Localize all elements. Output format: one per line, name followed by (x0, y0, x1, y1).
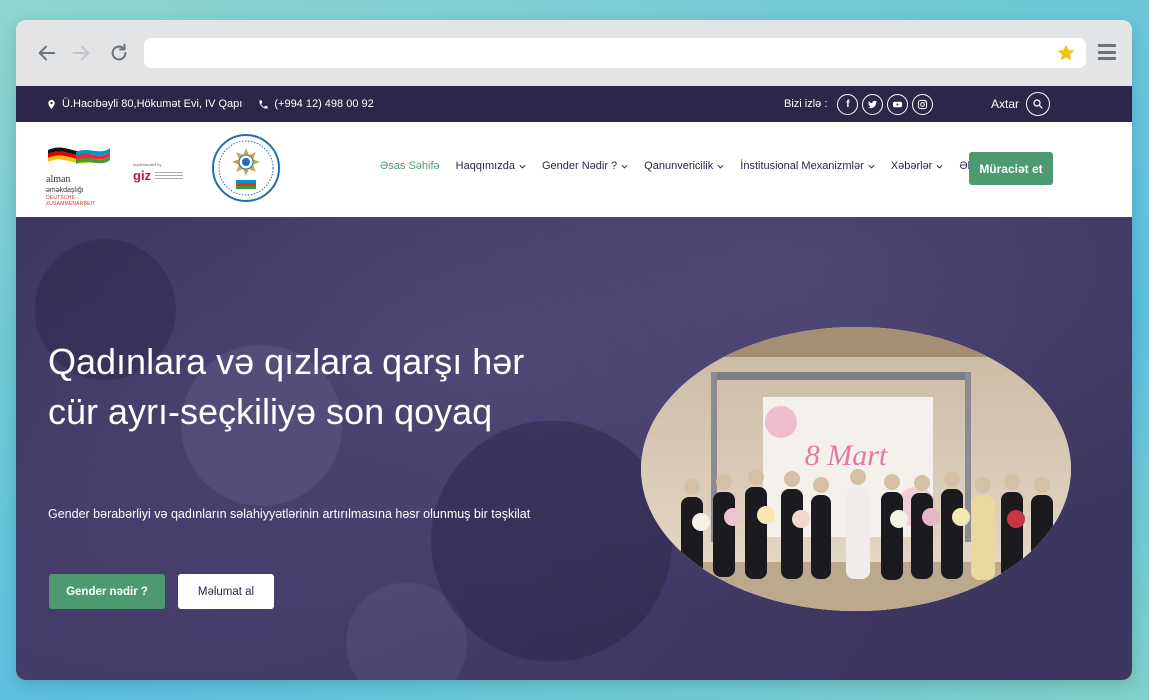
address-bar[interactable] (144, 38, 1086, 68)
chevron-down-icon (868, 164, 875, 168)
reload-icon[interactable] (106, 40, 132, 66)
giz-tagline-lines (155, 171, 184, 180)
flag-wave-icon (48, 147, 110, 164)
instagram-icon[interactable] (912, 93, 934, 115)
logo-alman-name: alman (46, 174, 71, 185)
nav-item-label: Xəbərlər (890, 160, 933, 172)
top-info-bar: Ü.Hacıbəyli 80,Hökumət Evi, IV Qapı (+99… (16, 86, 1132, 122)
alman-emekdasligi-logo[interactable]: alman əməkdaşlığı DEUTSCHE ZUSAMMENARBEI… (46, 142, 116, 207)
muraciet-et-button[interactable]: Müraciət et (969, 152, 1053, 185)
hero-event-photo: 8 Mart (641, 327, 1071, 611)
browser-window: Ü.Hacıbəyli 80,Hökumət Evi, IV Qapı (+99… (16, 20, 1132, 680)
hero-section: Qadınlara və qızlara qarşı hər cür ayrı-… (16, 217, 1132, 680)
main-navigation: Əsas Səhifə Haqqımızda Gender Nədir ? Qanun… (372, 160, 996, 172)
nav-item-3[interactable]: Qanunvericilik (636, 160, 732, 172)
logo-alman-sub: DEUTSCHE ZUSAMMENARBEIT (46, 195, 96, 207)
nav-item-label: Gender Nədir ? (541, 160, 618, 172)
giz-implemented-by: Implemented by (133, 162, 162, 167)
gender-nedir-button[interactable]: Gender nədir ? (49, 574, 165, 609)
event-photo-illustration: 8 Mart (641, 327, 1071, 611)
nav-item-4[interactable]: İnstitusional Mexanizmlər (732, 160, 883, 172)
chevron-down-icon (519, 164, 526, 168)
search-label: Axtar (991, 97, 1020, 111)
hero-title: Qadınlara və qızlara qarşı hər cür ayrı-… (48, 341, 525, 432)
search-icon[interactable] (1026, 92, 1051, 116)
chevron-down-icon (621, 164, 628, 168)
chevron-down-icon (717, 164, 724, 168)
giz-wordmark: giz (133, 168, 152, 183)
nav-item-2[interactable]: Gender Nədir ? (534, 160, 636, 172)
back-arrow-icon[interactable] (34, 40, 60, 66)
phone-icon (259, 99, 268, 109)
youtube-icon[interactable] (887, 93, 909, 115)
hero-subtitle: Gender bərabərliyi və qadınların səlahiy… (48, 507, 531, 521)
address-info: Ü.Hacıbəyli 80,Hökumət Evi, IV Qapı (46, 98, 242, 110)
nav-item-0[interactable]: Əsas Səhifə (372, 160, 448, 172)
giz-logo[interactable]: Implemented by giz (133, 162, 184, 185)
browser-toolbar (16, 20, 1132, 86)
nav-item-label: İnstitusional Mexanizmlər (740, 160, 864, 172)
forward-arrow-icon[interactable] (68, 40, 94, 66)
nav-item-5[interactable]: Xəbərlər (883, 160, 952, 172)
banner-8-mart: 8 Mart (805, 439, 888, 472)
site-header: alman əməkdaşlığı DEUTSCHE ZUSAMMENARBEI… (16, 122, 1132, 217)
nav-item-label: Əsas Səhifə (380, 160, 440, 172)
address-text: Ü.Hacıbəyli 80,Hökumət Evi, IV Qapı (62, 98, 243, 110)
map-pin-icon (48, 99, 55, 109)
state-committee-emblem-icon[interactable] (212, 134, 280, 202)
search-control[interactable]: Axtar (991, 92, 1051, 116)
chevron-down-icon (936, 164, 943, 168)
twitter-icon[interactable] (862, 93, 884, 115)
nav-item-label: Haqqımızda (455, 160, 515, 172)
facebook-icon[interactable]: f (837, 93, 859, 115)
follow-label: Bizi izlə : (784, 98, 828, 110)
logo-alman-line2: əməkdaşlığı (46, 187, 84, 194)
social-links: Bizi izlə : f (784, 93, 934, 115)
star-icon[interactable] (1056, 43, 1076, 63)
hamburger-menu-icon[interactable] (1098, 44, 1116, 60)
nav-item-label: Qanunvericilik (644, 160, 714, 172)
melumat-al-button[interactable]: Məlumat al (178, 574, 274, 609)
phone-info[interactable]: (+994 12) 498 00 92 (258, 98, 374, 110)
phone-text: (+994 12) 498 00 92 (274, 98, 374, 110)
nav-item-1[interactable]: Haqqımızda (448, 160, 534, 172)
